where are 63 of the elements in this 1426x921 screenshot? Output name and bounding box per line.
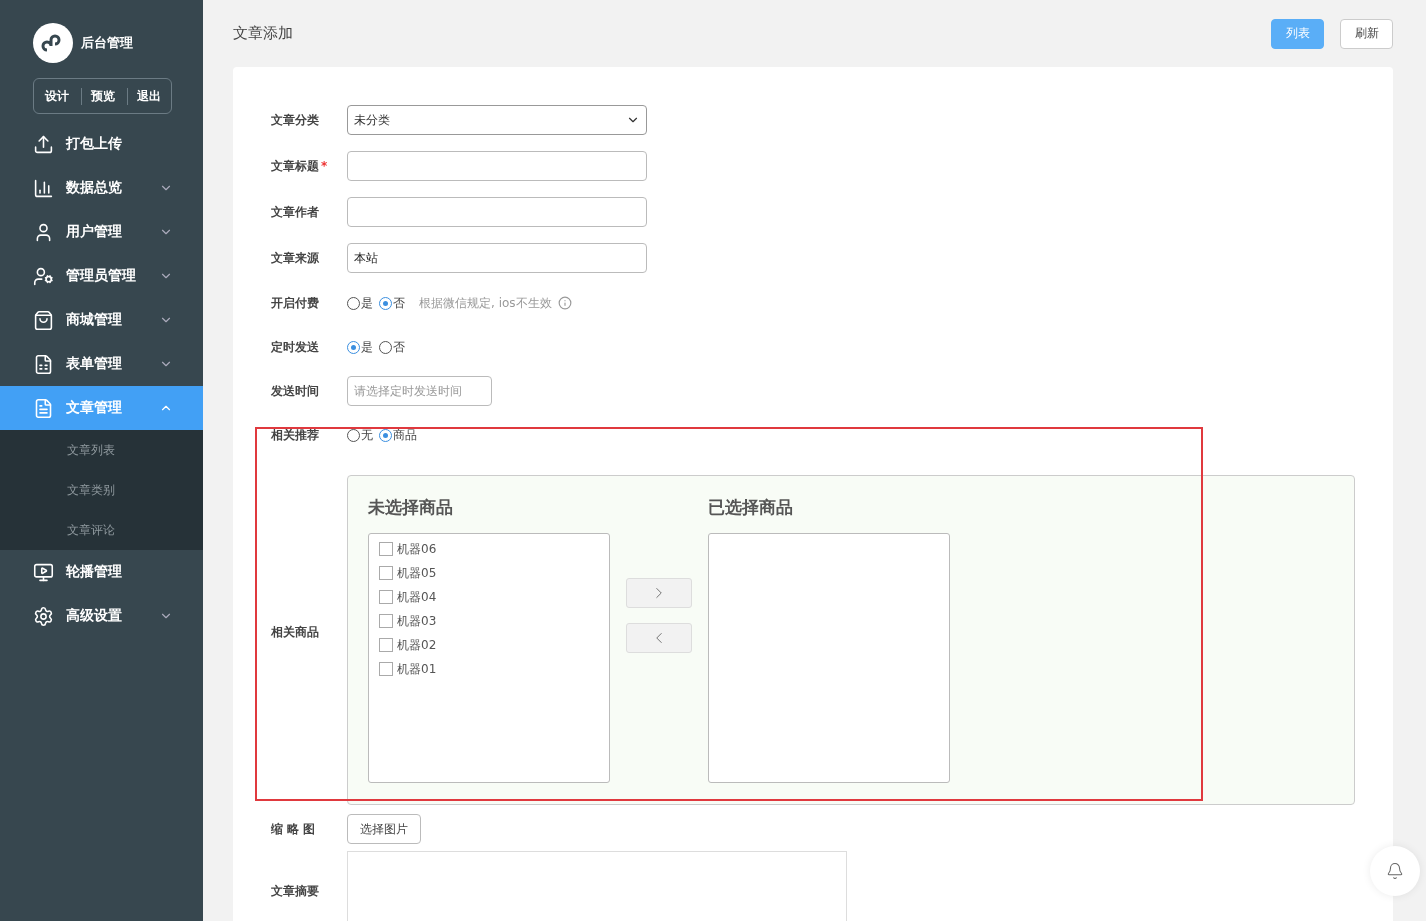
move-left-button[interactable] xyxy=(626,623,692,653)
settings-icon xyxy=(33,605,54,627)
play-screen-icon xyxy=(33,561,54,583)
menu-item[interactable]: 轮播管理 xyxy=(0,550,203,594)
menu-item[interactable]: 管理员管理 xyxy=(0,254,203,298)
menu-item[interactable]: 打包上传 xyxy=(0,122,203,166)
radio-option[interactable]: 无 xyxy=(347,426,373,444)
submenu-item[interactable]: 文章类别 xyxy=(0,470,203,510)
radio-option[interactable]: 商品 xyxy=(379,426,417,444)
document-icon xyxy=(33,397,54,419)
submenu-item[interactable]: 文章评论 xyxy=(0,510,203,550)
menu-item[interactable]: 用户管理 xyxy=(0,210,203,254)
list-item[interactable]: 机器03 xyxy=(379,609,599,633)
move-right-button[interactable] xyxy=(626,578,692,608)
list-item[interactable]: 机器02 xyxy=(379,633,599,657)
field-label: 缩 略 图 xyxy=(271,820,317,838)
list-item[interactable]: 机器05 xyxy=(379,561,599,585)
field-label: 相关推荐 xyxy=(271,426,320,444)
field-label: 开启付费 xyxy=(271,294,320,312)
field-label: 相关商品 xyxy=(271,623,320,641)
menu-item[interactable]: 数据总览 xyxy=(0,166,203,210)
logo-text: 后台管理 xyxy=(81,34,133,52)
menu-item[interactable]: 表单管理 xyxy=(0,342,203,386)
menu-item[interactable]: 商城管理 xyxy=(0,298,203,342)
radio-option[interactable]: 否 xyxy=(379,294,405,312)
logo-icon xyxy=(33,23,73,63)
notification-button[interactable] xyxy=(1370,846,1420,896)
text-input-field[interactable] xyxy=(347,197,647,227)
choose-image-button[interactable]: 选择图片 xyxy=(347,814,421,844)
field-label: 文章来源 xyxy=(271,249,320,267)
category-select[interactable]: 未分类 xyxy=(347,105,647,135)
field-label: 定时发送 xyxy=(271,338,320,356)
bell-icon xyxy=(1386,862,1404,880)
menu-item[interactable]: 高级设置 xyxy=(0,594,203,638)
radio-option[interactable]: 否 xyxy=(379,338,405,356)
action-button[interactable]: 退出 xyxy=(126,87,170,105)
upload-folder-icon xyxy=(33,133,54,155)
field-label: 发送时间 xyxy=(271,382,320,400)
field-label: 文章标题 * xyxy=(271,157,329,175)
hint-text: 根据微信规定, ios不生效 xyxy=(419,294,552,312)
list-title: 未选择商品 xyxy=(368,496,454,519)
bag-icon xyxy=(33,309,54,331)
list-item[interactable]: 机器04 xyxy=(379,585,599,609)
action-button[interactable]: 预览 xyxy=(80,87,124,105)
bar-chart-icon xyxy=(33,177,54,199)
summary-textarea[interactable] xyxy=(347,851,847,921)
radio-option[interactable]: 是 xyxy=(347,338,373,356)
action-button[interactable]: 设计 xyxy=(35,87,78,105)
list-item[interactable]: 机器06 xyxy=(379,537,599,561)
submenu-item[interactable]: 文章列表 xyxy=(0,430,203,470)
page-title: 文章添加 xyxy=(233,24,293,43)
info-icon xyxy=(557,296,572,310)
list-icon xyxy=(33,353,54,375)
field-label: 文章作者 xyxy=(271,203,320,221)
field-label: 文章分类 xyxy=(271,111,320,129)
refresh-button[interactable]: 刷新 xyxy=(1340,18,1393,49)
field-label: 文章摘要 xyxy=(271,882,320,900)
user-settings-icon xyxy=(33,265,54,287)
list-title: 已选择商品 xyxy=(708,496,794,519)
list-item[interactable]: 机器01 xyxy=(379,657,599,681)
text-input-field[interactable]: 本站 xyxy=(347,243,647,273)
radio-option[interactable]: 是 xyxy=(347,294,373,312)
text-input-field[interactable] xyxy=(347,151,647,181)
